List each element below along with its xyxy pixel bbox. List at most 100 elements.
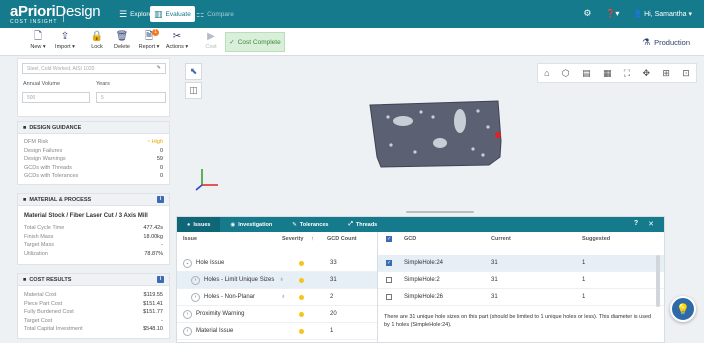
severity-dot <box>299 260 304 266</box>
chevron-right-icon[interactable]: › <box>183 309 192 319</box>
lightbulb-icon[interactable]: ♁ <box>279 277 284 283</box>
kv-target-cost: Target Cost - <box>24 317 163 324</box>
chevron-right-icon[interactable]: › <box>183 326 192 336</box>
issue-row[interactable]: › Proximity Warning 20 <box>177 306 377 323</box>
new-file-icon: 🗋 <box>33 31 43 42</box>
kv-finish-mass: Finish Mass 18.00kg <box>24 233 163 240</box>
chevron-right-icon[interactable]: › <box>191 275 200 285</box>
gcd-checkbox[interactable] <box>386 277 392 283</box>
panel-tabbar: ● Issues ◉ Investigation ✎ Tolerances ⤢ Thre… <box>177 217 664 232</box>
severity-dot <box>299 311 304 317</box>
nav-tab-evaluate[interactable]: ▥ Evaluate <box>150 6 195 22</box>
3d-viewport[interactable]: ⬉ ◫ ⌂ ⬡ ▤ ▦ ⛶ ✥ ⊞ ⊡ <box>178 57 704 215</box>
severity-dot <box>299 277 304 283</box>
report-badge: 1 <box>152 29 159 36</box>
material-input[interactable]: Steel, Cold Worked, AISI 1020 ✎ <box>22 63 166 74</box>
kv-dfm-risk: DFM Risk ◔ High <box>24 139 163 145</box>
chevron-down-icon[interactable]: ⌄ <box>183 258 192 268</box>
severity-dot <box>299 294 304 300</box>
issue-description: There are 31 unique hole sizes on this p… <box>384 314 652 328</box>
gcd-checkbox[interactable]: ✓ <box>386 260 392 266</box>
kv-gcds-tolerances: GCDs with Tolerances 0 <box>24 173 163 179</box>
info-icon[interactable]: i <box>157 276 164 283</box>
annual-volume-input[interactable]: 500 <box>22 92 90 103</box>
issue-row[interactable]: › Holes - Limit Unique Sizes ♁ 31 <box>177 272 377 289</box>
issue-row[interactable]: ⌄ Hole Issue 33 <box>177 255 377 272</box>
chevron-down-icon: ■ <box>23 124 27 131</box>
gcd-row[interactable]: SimpleHole:26 31 1 <box>378 289 664 306</box>
annual-volume-label: Annual Volume <box>23 81 60 87</box>
cost-complete-status: ✓ Cost Complete <box>225 32 285 52</box>
lock-icon: 🔒 <box>90 31 104 42</box>
compare-icon: ⚏ <box>196 8 205 19</box>
issues-table-header: Issue Severity ↑ GCD Count <box>183 236 357 242</box>
tools-icon: ✂ <box>172 31 182 42</box>
gcd-row[interactable]: SimpleHole:2 31 1 <box>378 272 664 289</box>
severity-dot <box>299 328 304 334</box>
top-right-controls: ⚙ ❓▾ 👤 Hi, Samantha ▾ <box>583 8 692 19</box>
help-icon[interactable]: ❓▾ <box>605 9 619 18</box>
grid-icon: ☰ <box>119 8 128 19</box>
gcd-checkbox[interactable] <box>386 294 392 300</box>
kv-gcds-threads: GCDs with Threads 0 <box>24 164 163 171</box>
production-selector[interactable]: ⚗ Production <box>642 37 690 48</box>
lightbulb-icon: 💡 <box>676 303 690 316</box>
gcd-table-header: ✓ GCD Current Suggested <box>386 236 611 242</box>
design-guidance-card: ■ DESIGN GUIDANCE DFM Risk ◔ High Design … <box>17 121 170 185</box>
logo-divider <box>63 6 64 22</box>
sort-arrow-icon[interactable]: ↑ <box>311 236 314 242</box>
kv-piece-part-cost: Piece Part Cost $151.41 <box>24 300 163 307</box>
tab-threads[interactable]: ⤢ Threads <box>338 217 387 232</box>
help-icon[interactable]: ? <box>634 220 638 228</box>
cost-results-card: ■ COST RESULTS i Material Cost $119.55 Pi… <box>17 273 170 339</box>
tab-issues[interactable]: ● Issues <box>177 217 221 232</box>
lock-button[interactable]: 🔒 Lock <box>84 31 110 50</box>
pencil-ruler-icon: ✎ <box>292 221 297 228</box>
cost-button[interactable]: ▶ Cost <box>198 31 224 50</box>
kv-utilization: Utilization 78.87% <box>24 250 163 257</box>
info-circle-icon: ● <box>187 221 191 228</box>
issue-row[interactable]: › Material Issue 1 <box>177 323 377 340</box>
info-icon[interactable]: i <box>157 196 164 203</box>
nav-tab-compare[interactable]: ⚏ Compare <box>192 6 238 22</box>
check-icon: ✓ <box>229 39 235 46</box>
gear-icon[interactable]: ⚙ <box>583 8 591 19</box>
years-input[interactable]: 5 <box>96 92 166 103</box>
close-icon[interactable]: ✕ <box>648 220 654 228</box>
material-process-subtitle: Material Stock / Fiber Laser Cut / 3 Axi… <box>24 213 148 219</box>
material-process-header[interactable]: ■ MATERIAL & PROCESS i <box>18 194 169 206</box>
kv-target-mass: Target Mass - <box>24 242 163 248</box>
design-guidance-header[interactable]: ■ DESIGN GUIDANCE <box>18 122 169 134</box>
import-button[interactable]: ⇪ Import ▾ <box>52 31 78 50</box>
gcd-scrollbar[interactable] <box>656 255 660 307</box>
flask-icon: ⚗ <box>642 37 651 47</box>
kv-fully-burdened-cost: Fully Burdened Cost $151.77 <box>24 309 163 315</box>
years-label: Years <box>96 81 110 87</box>
chevron-right-icon[interactable]: › <box>191 292 200 302</box>
eye-icon: ◉ <box>230 221 236 228</box>
lightbulb-icon[interactable]: ♁ <box>281 294 286 300</box>
tab-tolerances[interactable]: ✎ Tolerances <box>282 217 338 232</box>
inputs-card: Steel, Cold Worked, AISI 1020 ✎ Annual V… <box>17 58 170 117</box>
play-icon: ▶ <box>207 31 215 42</box>
upload-icon: ⇪ <box>60 31 70 42</box>
app-logo[interactable]: aPrioriDesign COST INSIGHT <box>10 4 101 25</box>
delete-button[interactable]: 🗑 Delete <box>109 31 135 50</box>
issue-row[interactable]: › Holes - Non-Planar ♁ 2 <box>177 289 377 306</box>
report-button[interactable]: 🗎 1 Report ▾ <box>136 29 162 50</box>
help-lightbulb-button[interactable]: 💡 <box>670 296 696 322</box>
tab-investigation[interactable]: ◉ Investigation <box>220 217 282 232</box>
part-model[interactable] <box>178 57 704 215</box>
gcd-row[interactable]: ✓ SimpleHole:24 31 1 <box>378 255 664 272</box>
select-all-checkbox[interactable]: ✓ <box>386 236 392 242</box>
cost-results-header[interactable]: ■ COST RESULTS i <box>18 274 169 286</box>
user-menu[interactable]: 👤 Hi, Samantha ▾ <box>633 10 692 18</box>
issues-panel: ● Issues ◉ Investigation ✎ Tolerances ⤢ Thre… <box>176 216 665 343</box>
thread-icon: ⤢ <box>348 221 353 227</box>
chart-icon: ▥ <box>154 8 163 19</box>
new-button[interactable]: 🗋 New ▾ <box>25 31 51 50</box>
material-process-card: ■ MATERIAL & PROCESS i Material Stock / … <box>17 193 170 265</box>
kv-total-capital: Total Capital Investment $548.10 <box>24 326 163 332</box>
pencil-icon[interactable]: ✎ <box>157 65 161 71</box>
actions-button[interactable]: ✂ Actions ▾ <box>164 31 190 50</box>
